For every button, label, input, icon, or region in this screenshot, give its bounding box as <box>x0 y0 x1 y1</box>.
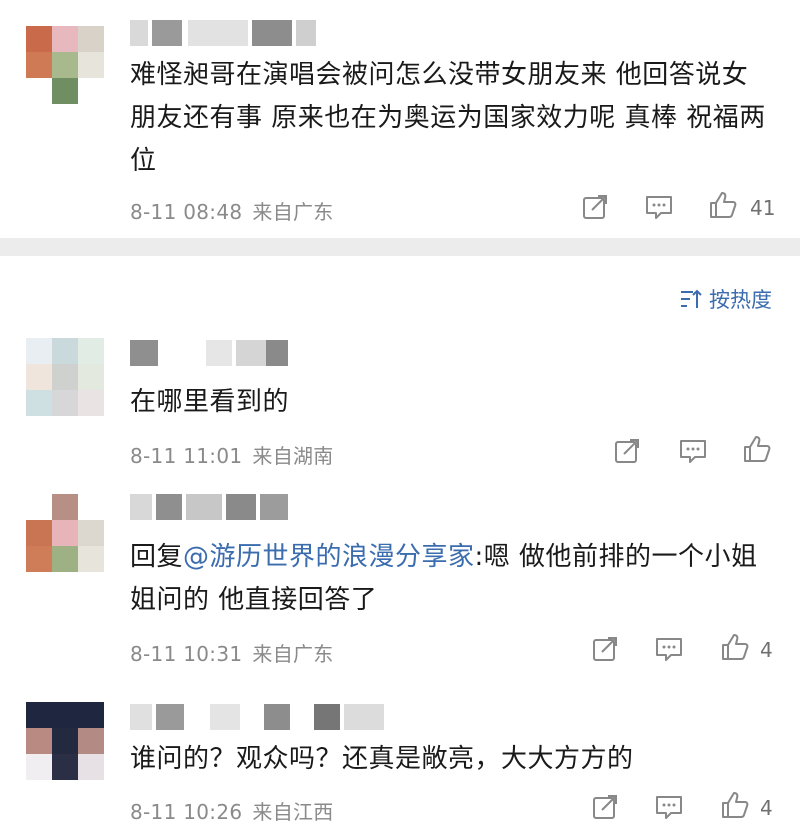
thumbs-up-icon[interactable] <box>720 790 750 820</box>
username-blurred[interactable] <box>130 340 290 366</box>
share-icon[interactable] <box>580 192 610 222</box>
share-icon[interactable] <box>590 792 620 822</box>
thumbs-up-icon[interactable] <box>742 434 772 464</box>
comment-meta: 8-11 11:01 来自湖南 <box>130 440 334 469</box>
like-count: 4 <box>760 796 773 820</box>
thumbs-up-icon[interactable] <box>708 190 738 220</box>
avatar[interactable] <box>26 494 104 572</box>
comment-location: 来自广东 <box>252 642 334 666</box>
username-blurred[interactable] <box>130 494 290 520</box>
mention-link[interactable]: @游历世界的浪漫分享家 <box>183 542 475 572</box>
sort-icon <box>681 289 702 308</box>
comment-time: 8-11 10:31 <box>130 642 243 666</box>
like-count: 41 <box>750 196 776 220</box>
comment-meta: 8-11 10:31 来自广东 <box>130 638 334 667</box>
comment-meta: 8-11 08:48 来自广东 <box>130 196 334 225</box>
thumbs-up-icon[interactable] <box>720 632 750 662</box>
like-count: 4 <box>760 638 773 662</box>
comment-text: 难怪昶哥在演唱会被问怎么没带女朋友来 他回答说女朋友还有事 原来也在为奥运为国家… <box>130 60 766 176</box>
comment-location: 来自湖南 <box>252 444 334 468</box>
share-icon[interactable] <box>612 436 642 466</box>
section-divider <box>0 238 800 256</box>
comment-time: 8-11 10:26 <box>130 800 243 824</box>
comment-location: 来自广东 <box>252 200 334 224</box>
comment-text: 回复@游历世界的浪漫分享家:嗯 做他前排的一个小姐姐问的 他直接回答了 <box>130 536 770 622</box>
username-blurred[interactable] <box>130 704 390 730</box>
comment-icon[interactable] <box>654 792 684 822</box>
avatar[interactable] <box>26 702 104 780</box>
comment-icon[interactable] <box>644 192 674 222</box>
avatar[interactable] <box>26 338 104 416</box>
comment-text: 谁问的？观众吗？还真是敞亮，大大方方的 <box>130 744 634 774</box>
comment-icon[interactable] <box>654 634 684 664</box>
avatar[interactable] <box>26 26 104 104</box>
sort-label: 按热度 <box>709 288 772 312</box>
comment-meta: 8-11 10:26 来自江西 <box>130 796 334 825</box>
comment-time: 8-11 08:48 <box>130 200 243 224</box>
comment-time: 8-11 11:01 <box>130 444 243 468</box>
comment-text: 在哪里看到的 <box>130 387 290 417</box>
share-icon[interactable] <box>590 634 620 664</box>
comment-icon[interactable] <box>678 436 708 466</box>
comment-location: 来自江西 <box>252 800 334 824</box>
username-blurred[interactable] <box>130 20 330 46</box>
sort-by-hot-button[interactable]: 按热度 <box>679 284 772 314</box>
reply-prefix: 回复 <box>130 542 184 572</box>
